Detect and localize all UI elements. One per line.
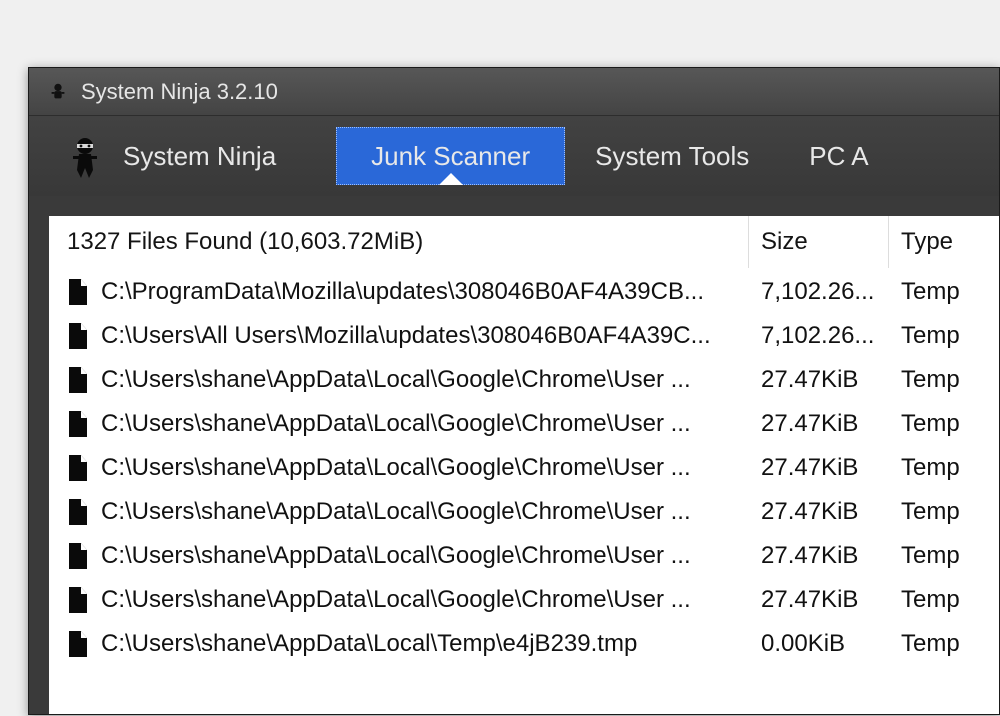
file-type: Temp	[889, 498, 999, 526]
table-row[interactable]: C:\Users\shane\AppData\Local\Temp\e4jB23…	[49, 622, 999, 666]
column-header-summary[interactable]: 1327 Files Found (10,603.72MiB)	[49, 216, 749, 268]
tab-label: PC A	[809, 141, 868, 172]
file-path: C:\Users\All Users\Mozilla\updates\30804…	[101, 322, 749, 350]
file-path: C:\Users\shane\AppData\Local\Google\Chro…	[101, 410, 749, 438]
tab-label: System Tools	[595, 141, 749, 172]
ninja-icon	[63, 134, 107, 178]
file-size: 7,102.26...	[749, 278, 889, 306]
tab-pc-analysis[interactable]: PC A	[779, 127, 898, 185]
table-row[interactable]: C:\Users\All Users\Mozilla\updates\30804…	[49, 314, 999, 358]
type-header-label: Type	[901, 228, 953, 256]
column-header-type[interactable]: Type	[889, 216, 999, 268]
file-icon	[67, 631, 101, 657]
tab-junk-scanner[interactable]: Junk Scanner	[336, 127, 565, 185]
tab-label: Junk Scanner	[371, 141, 530, 172]
file-type: Temp	[889, 542, 999, 570]
file-icon	[67, 455, 101, 481]
file-size: 27.47KiB	[749, 410, 889, 438]
app-icon	[47, 81, 69, 103]
file-type: Temp	[889, 410, 999, 438]
files-found-summary: 1327 Files Found (10,603.72MiB)	[67, 228, 423, 256]
file-icon	[67, 367, 101, 393]
tab-system-tools[interactable]: System Tools	[565, 127, 779, 185]
table-row[interactable]: C:\Users\shane\AppData\Local\Google\Chro…	[49, 402, 999, 446]
file-size: 27.47KiB	[749, 498, 889, 526]
titlebar[interactable]: System Ninja 3.2.10	[29, 68, 999, 116]
list-header[interactable]: 1327 Files Found (10,603.72MiB) Size Typ…	[49, 216, 999, 268]
file-type: Temp	[889, 586, 999, 614]
file-size: 27.47KiB	[749, 366, 889, 394]
file-type: Temp	[889, 278, 999, 306]
file-size: 7,102.26...	[749, 322, 889, 350]
file-path: C:\Users\shane\AppData\Local\Google\Chro…	[101, 542, 749, 570]
file-icon	[67, 587, 101, 613]
file-type: Temp	[889, 366, 999, 394]
size-header-label: Size	[761, 228, 808, 256]
file-size: 27.47KiB	[749, 586, 889, 614]
file-icon	[67, 543, 101, 569]
file-path: C:\ProgramData\Mozilla\updates\308046B0A…	[101, 278, 749, 306]
file-type: Temp	[889, 630, 999, 658]
file-size: 27.47KiB	[749, 542, 889, 570]
table-row[interactable]: C:\Users\shane\AppData\Local\Google\Chro…	[49, 578, 999, 622]
column-header-size[interactable]: Size	[749, 216, 889, 268]
list-body: C:\ProgramData\Mozilla\updates\308046B0A…	[49, 268, 999, 666]
file-size: 27.47KiB	[749, 454, 889, 482]
table-row[interactable]: C:\Users\shane\AppData\Local\Google\Chro…	[49, 534, 999, 578]
table-row[interactable]: C:\ProgramData\Mozilla\updates\308046B0A…	[49, 270, 999, 314]
app-window: System Ninja 3.2.10 System Ninja Junk Sc…	[28, 67, 1000, 715]
file-path: C:\Users\shane\AppData\Local\Temp\e4jB23…	[101, 630, 749, 658]
file-icon	[67, 323, 101, 349]
file-path: C:\Users\shane\AppData\Local\Google\Chro…	[101, 498, 749, 526]
app-name-label: System Ninja	[123, 141, 276, 172]
file-icon	[67, 499, 101, 525]
table-row[interactable]: C:\Users\shane\AppData\Local\Google\Chro…	[49, 358, 999, 402]
file-size: 0.00KiB	[749, 630, 889, 658]
file-type: Temp	[889, 454, 999, 482]
file-icon	[67, 411, 101, 437]
tab-bar: System Ninja Junk Scanner System Tools P…	[29, 116, 999, 196]
table-row[interactable]: C:\Users\shane\AppData\Local\Google\Chro…	[49, 446, 999, 490]
file-path: C:\Users\shane\AppData\Local\Google\Chro…	[101, 586, 749, 614]
table-row[interactable]: C:\Users\shane\AppData\Local\Google\Chro…	[49, 490, 999, 534]
file-type: Temp	[889, 322, 999, 350]
file-list-panel: 1327 Files Found (10,603.72MiB) Size Typ…	[49, 216, 999, 714]
app-brand[interactable]: System Ninja	[63, 127, 336, 185]
file-icon	[67, 279, 101, 305]
file-path: C:\Users\shane\AppData\Local\Google\Chro…	[101, 366, 749, 394]
window-title: System Ninja 3.2.10	[81, 79, 278, 105]
file-path: C:\Users\shane\AppData\Local\Google\Chro…	[101, 454, 749, 482]
